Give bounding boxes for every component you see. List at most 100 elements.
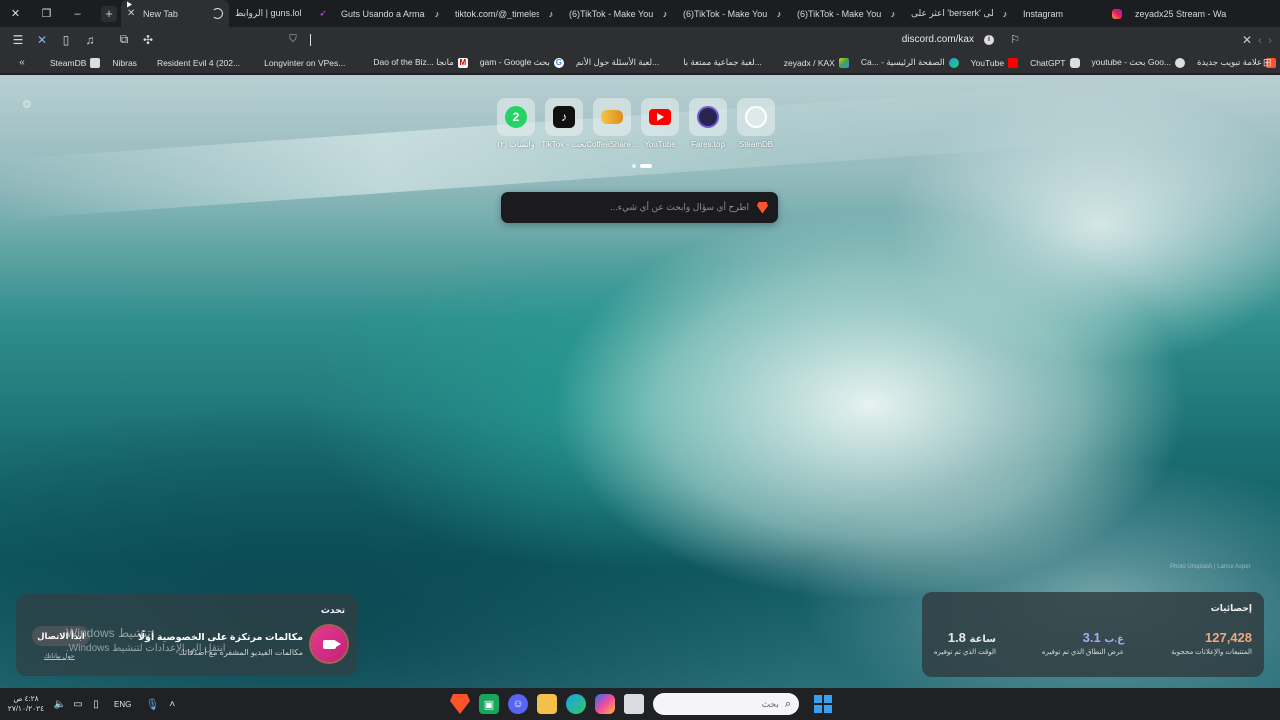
network-icon[interactable]: ▭ — [70, 699, 86, 710]
bookmark-label: لعبة الأسئلة حول الأنم... — [575, 57, 660, 67]
sidebar-icon[interactable]: ▯ — [56, 30, 76, 50]
brave-browser-icon[interactable] — [450, 694, 470, 714]
bookmark-google-gam[interactable]: gam - Google بحث G — [480, 57, 564, 68]
music-icon[interactable]: ♫ — [80, 30, 100, 50]
battery-icon[interactable]: ▯ — [88, 699, 104, 710]
coffeeshare-icon — [601, 110, 623, 124]
pager-dot-active[interactable] — [640, 164, 652, 168]
close-window-button[interactable]: ✕ — [0, 0, 31, 27]
tab-zeyadx-stream[interactable]: zeyadx25 Stream - Wa — [1129, 0, 1245, 27]
copilot-icon[interactable] — [595, 694, 615, 714]
tab-tiktok-3[interactable]: (6)TikTok - Make Your D ♪ — [791, 0, 905, 27]
restore-window-button[interactable]: ❐ — [31, 0, 62, 27]
site-tile[interactable] — [593, 98, 631, 136]
tab-guts[interactable]: Guts Usando a Armadu ♪ — [335, 0, 449, 27]
top-site-tiktok[interactable]: ♪ TikTok - بحث — [541, 98, 587, 149]
chevron-double-left-icon[interactable]: « — [10, 57, 34, 68]
close-icon[interactable]: ✕ — [1242, 33, 1252, 47]
tiktok-icon: ♪ — [434, 8, 440, 19]
chevron-up-icon[interactable]: ˄ — [169, 699, 175, 710]
top-site-coffeeshare[interactable]: CoffeeShare... — [586, 98, 638, 149]
bookmark-label: YouTube — [970, 57, 1005, 68]
bookmark-anime-quiz[interactable]: لعبة الأسئلة حول الأنم... — [576, 57, 659, 68]
stat-label: المتتبعات والإعلانات محجوبة — [1171, 649, 1252, 656]
bookmark-youtube[interactable]: YouTube — [970, 57, 1019, 68]
top-site-whatsapp[interactable]: 2 (٢) واتساب — [497, 98, 535, 149]
top-site-youtube[interactable]: YouTube — [641, 98, 679, 149]
tab-tiktok-timeless[interactable]: tiktok.com/@_timeless ♪ — [449, 0, 563, 27]
bookmark-dao[interactable]: Dao of the Biz... مانجا M — [373, 57, 468, 68]
photo-credit[interactable]: Photo Unsplash | Lance Asper — [1170, 564, 1251, 570]
tiktok-icon: ♪ — [1002, 8, 1008, 19]
language-indicator[interactable]: ENG — [114, 700, 131, 709]
panel-title: تحدث — [320, 605, 345, 615]
address-bar[interactable]: ⛉ discord.com/kax i ⚐ — [280, 29, 1030, 50]
tiktok-icon: ♪ — [553, 106, 575, 128]
tab-title: الروابط | guns.lol — [235, 8, 302, 18]
taskbar-search[interactable]: بحث ⌕ — [653, 693, 799, 715]
tab-new-tab[interactable]: ✕ New Tab — [121, 0, 229, 27]
clock[interactable]: ٤:٢٨ ص ٢٧/١٠/٢٠٢٤ — [4, 694, 48, 714]
bookmark-group-game[interactable]: لعبة جماعية ممتعة با... — [683, 57, 762, 68]
bookmark-label: Dao of the Biz... مانجا — [373, 57, 454, 67]
top-site-steamdb[interactable]: SteamDB — [737, 98, 775, 149]
screenshot-icon[interactable]: ⧉ — [114, 30, 134, 50]
close-icon[interactable]: ✕ — [127, 8, 137, 19]
bookmark-icon[interactable]: ⚐ — [1010, 33, 1020, 46]
tab-berserk[interactable]: اعثر على 'berserk' على ♪ — [905, 0, 1017, 27]
steamdb-icon — [745, 106, 767, 128]
whatsapp-icon: 2 — [505, 106, 527, 128]
system-tray: ٤:٢٨ ص ٢٧/١٠/٢٠٢٤ 🔈 ▭ ▯ ENG 🎙 ˄ — [0, 694, 175, 714]
site-tile[interactable] — [737, 98, 775, 136]
tiktok-icon: ♪ — [662, 8, 668, 19]
bookmark-steamdb[interactable]: SteamDB — [50, 57, 101, 68]
windows-start-icon[interactable] — [814, 695, 832, 713]
edge-icon[interactable] — [566, 694, 586, 714]
top-site-fares[interactable]: Fares.top — [689, 98, 727, 149]
bookmark-homepage[interactable]: Ca... - الصفحة الرئيسية — [861, 57, 959, 68]
browser-toolbar: ☰ ✕ ▯ ♫ ⧉ ✣ ⛉ discord.com/kax i ⚐ ✕ ‹ › — [0, 27, 1280, 52]
extensions-icon[interactable]: ✣ — [138, 30, 158, 50]
gear-icon[interactable]: ⚙ — [22, 98, 32, 111]
forward-arrow-icon[interactable]: › — [1268, 33, 1272, 47]
site-tile[interactable] — [641, 98, 679, 136]
bookmark-longvinter[interactable]: Longvinter on VPes... — [264, 58, 345, 68]
store-icon[interactable]: ▣ — [479, 694, 499, 714]
youtube-icon — [649, 109, 671, 125]
bookmark-resident-evil[interactable]: Resident Evil 4 (202... — [157, 58, 240, 68]
bookmark-youtube-search[interactable]: youtube - بحث Goo... — [1092, 57, 1186, 68]
tab-guns-lol[interactable]: الروابط | guns.lol ➶ — [229, 0, 335, 27]
site-tile[interactable]: 2 — [497, 98, 535, 136]
brave-shield-icon[interactable]: ⛉ — [286, 33, 300, 47]
tab-tiktok-1[interactable]: (6)TikTok - Make Your D ♪ — [563, 0, 677, 27]
menu-icon[interactable]: ☰ — [8, 30, 28, 50]
back-arrow-icon[interactable]: ‹ — [1258, 33, 1262, 47]
tab-tiktok-2[interactable]: (6)TikTok - Make Your D ♪ — [677, 0, 791, 27]
google-icon: G — [553, 57, 564, 68]
purple-arrow-icon: ➶ — [319, 8, 327, 18]
speaker-icon[interactable]: 🔈 — [52, 699, 68, 710]
new-tab-button[interactable]: + — [101, 5, 117, 22]
site-tile[interactable]: ♪ — [545, 98, 583, 136]
discord-icon[interactable]: ☺ — [508, 694, 528, 714]
tab-title: Guts Usando a Armadu — [341, 8, 425, 19]
site-tile[interactable] — [689, 98, 727, 136]
stat-trackers: 127,428 المتتبعات والإعلانات محجوبة — [1171, 630, 1252, 656]
search-box[interactable]: اطرح أي سؤال وابحث عن أي شيء... — [501, 192, 778, 223]
microphone-icon[interactable]: 🎙 — [145, 698, 159, 711]
grid-icon[interactable]: ⊞ — [1263, 56, 1272, 69]
twitter-x-icon[interactable]: ✕ — [32, 30, 52, 50]
search-placeholder: اطرح أي سؤال وابحث عن أي شيء... — [610, 202, 749, 212]
info-icon[interactable]: i — [984, 34, 994, 45]
stats-panel: إحصائيات 127,428 المتتبعات والإعلانات مح… — [922, 592, 1264, 677]
bookmark-nibras[interactable]: Nibras — [112, 57, 145, 68]
bookmark-chatgpt[interactable]: ChatGPT — [1030, 57, 1080, 68]
task-view-icon[interactable] — [624, 694, 644, 714]
minimize-window-button[interactable]: – — [62, 0, 93, 27]
tab-instagram[interactable]: Instagram — [1017, 0, 1129, 27]
instagram-icon — [1111, 8, 1123, 20]
bookmark-label: ChatGPT — [1030, 57, 1066, 68]
bookmark-zeyadx-kax[interactable]: zeyadx / KAX — [784, 57, 849, 68]
pager-dot[interactable] — [632, 164, 636, 168]
file-explorer-icon[interactable] — [537, 694, 557, 714]
